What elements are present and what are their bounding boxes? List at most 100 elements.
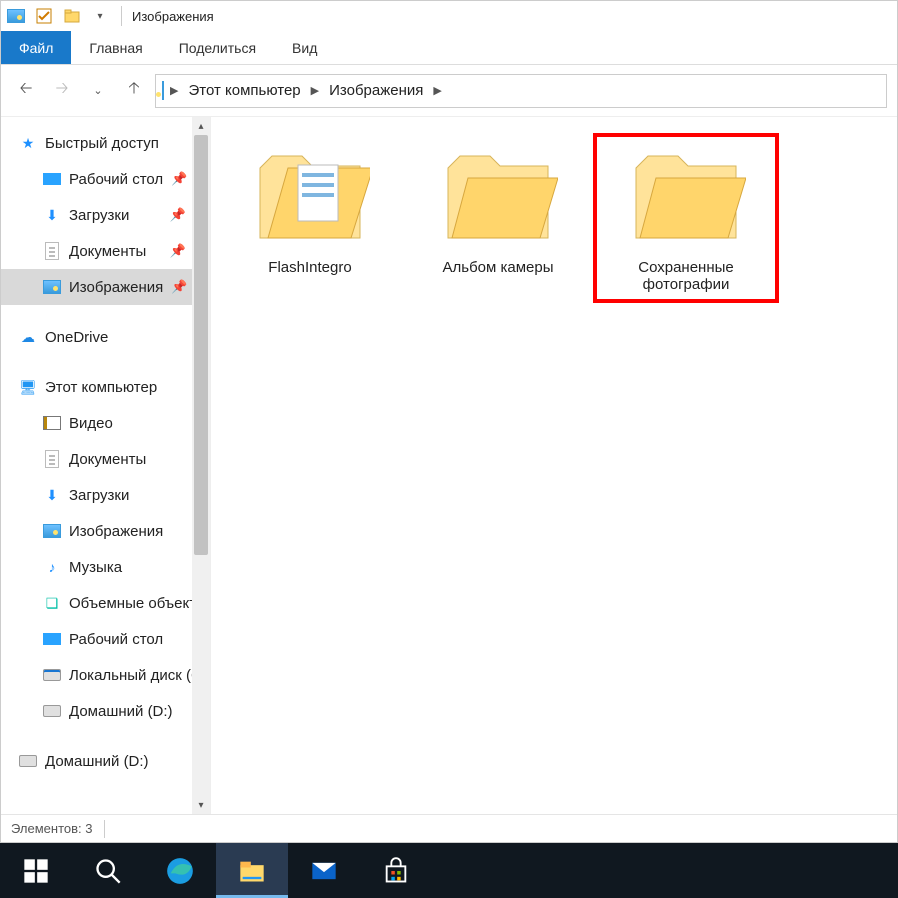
tab-file[interactable]: Файл	[1, 31, 71, 64]
status-bar: Элементов: 3	[1, 814, 897, 842]
folder-label: Сохраненные фотографии	[603, 259, 769, 293]
folder-icon	[626, 143, 746, 253]
window-title: Изображения	[132, 9, 214, 24]
drive-icon	[19, 752, 37, 770]
scroll-up-icon[interactable]: ▴	[192, 117, 210, 135]
sidebar-this-pc[interactable]: 🖥 Этот компьютер	[1, 369, 210, 405]
sidebar-label: Изображения	[69, 523, 163, 540]
sidebar-label: Видео	[69, 415, 113, 432]
sidebar-item-music[interactable]: ♪ Музыка	[1, 549, 210, 585]
folder-icon	[438, 143, 558, 253]
sidebar-item-videos[interactable]: Видео	[1, 405, 210, 441]
sidebar-label: Домашний (D:)	[69, 703, 173, 720]
cube-icon: ❏	[43, 594, 61, 612]
sidebar-item-documents[interactable]: Документы 📌	[1, 233, 210, 269]
sidebar-item-pictures[interactable]: Изображения	[1, 513, 210, 549]
sidebar-item-drive-d-root[interactable]: Домашний (D:)	[1, 743, 210, 779]
sidebar-label: Локальный диск (C:)	[69, 667, 210, 684]
music-icon: ♪	[43, 558, 61, 576]
folder-item-highlighted[interactable]: Сохраненные фотографии	[597, 137, 775, 299]
folder-label: FlashIntegro	[227, 259, 393, 276]
cloud-icon: ☁	[19, 328, 37, 346]
title-bar: ▾ Изображения	[1, 1, 897, 31]
sidebar-label: Документы	[69, 243, 146, 260]
pin-icon: 📌	[171, 279, 187, 295]
sidebar-label: Изображения	[69, 279, 163, 296]
tab-share[interactable]: Поделиться	[161, 31, 274, 64]
taskbar-search-button[interactable]	[72, 843, 144, 898]
nav-up-button[interactable]: 🡡	[119, 76, 149, 106]
nav-back-button[interactable]: 🡠	[11, 76, 41, 106]
sidebar-label: Музыка	[69, 559, 122, 576]
sidebar-item-drive-c[interactable]: Локальный диск (C:)	[1, 657, 210, 693]
quick-access-dropdown-icon[interactable]: ▾	[89, 5, 111, 27]
taskbar	[0, 843, 898, 898]
chevron-right-icon[interactable]: ▶	[429, 84, 445, 97]
nav-recent-dropdown[interactable]: ⌄	[83, 76, 113, 106]
window-icon	[5, 5, 27, 27]
tab-home[interactable]: Главная	[71, 31, 160, 64]
quick-access-folder-icon[interactable]	[61, 5, 83, 27]
sidebar-item-downloads[interactable]: ⬇ Загрузки	[1, 477, 210, 513]
taskbar-explorer-button[interactable]	[216, 843, 288, 898]
sidebar-item-desktop[interactable]: Рабочий стол 📌	[1, 161, 210, 197]
chevron-right-icon[interactable]: ▶	[307, 84, 323, 97]
taskbar-mail-button[interactable]	[288, 843, 360, 898]
folder-item[interactable]: FlashIntegro	[221, 137, 399, 282]
folder-item[interactable]: Альбом камеры	[409, 137, 587, 282]
pc-icon: 🖥	[19, 378, 37, 396]
folder-label: Альбом камеры	[415, 259, 581, 276]
taskbar-edge-button[interactable]	[144, 843, 216, 898]
pictures-icon	[43, 522, 61, 540]
pin-icon: 📌	[171, 171, 187, 187]
nav-bar: 🡠 🡢 ⌄ 🡡 ▶ Этот компьютер ▶ Изображения ▶	[1, 65, 897, 117]
taskbar-start-button[interactable]	[0, 843, 72, 898]
chevron-right-icon[interactable]: ▶	[166, 84, 182, 97]
body: ★ Быстрый доступ Рабочий стол 📌 ⬇ Загруз…	[1, 117, 897, 814]
scroll-thumb[interactable]	[194, 135, 208, 555]
sidebar-item-3dobjects[interactable]: ❏ Объемные объекты	[1, 585, 210, 621]
document-icon	[43, 450, 61, 468]
download-icon: ⬇	[43, 486, 61, 504]
drive-icon	[43, 702, 61, 720]
sidebar-label: Загрузки	[69, 487, 129, 504]
sidebar-onedrive[interactable]: ☁ OneDrive	[1, 319, 210, 355]
download-icon: ⬇	[43, 206, 61, 224]
sidebar-label: Загрузки	[69, 207, 129, 224]
pictures-icon	[43, 278, 61, 296]
sidebar-label: Домашний (D:)	[45, 753, 149, 770]
sidebar-label: Объемные объекты	[69, 595, 207, 612]
sidebar-item-documents[interactable]: Документы	[1, 441, 210, 477]
sidebar-quick-access[interactable]: ★ Быстрый доступ	[1, 125, 210, 161]
sidebar-label: Рабочий стол	[69, 631, 163, 648]
tab-view[interactable]: Вид	[274, 31, 335, 64]
sidebar-label: Документы	[69, 451, 146, 468]
breadcrumb-item[interactable]: Этот компьютер	[184, 82, 304, 99]
sidebar-scrollbar[interactable]: ▴ ▾	[192, 117, 210, 814]
sidebar-item-drive-d[interactable]: Домашний (D:)	[1, 693, 210, 729]
desktop-icon	[43, 630, 61, 648]
sidebar-label: OneDrive	[45, 329, 108, 346]
breadcrumb-item[interactable]: Изображения	[325, 82, 427, 99]
taskbar-store-button[interactable]	[360, 843, 432, 898]
sidebar-item-desktop[interactable]: Рабочий стол	[1, 621, 210, 657]
status-item-count: Элементов: 3	[11, 821, 92, 836]
sidebar-item-downloads[interactable]: ⬇ Загрузки 📌	[1, 197, 210, 233]
nav-forward-button[interactable]: 🡢	[47, 76, 77, 106]
drive-icon	[43, 666, 61, 684]
quick-access-save-icon[interactable]	[33, 5, 55, 27]
sidebar-label: Быстрый доступ	[45, 135, 159, 152]
desktop-icon	[43, 170, 61, 188]
document-icon	[43, 242, 61, 260]
breadcrumb-bar[interactable]: ▶ Этот компьютер ▶ Изображения ▶	[155, 74, 887, 108]
sidebar-label: Этот компьютер	[45, 379, 157, 396]
star-icon: ★	[19, 134, 37, 152]
video-icon	[43, 414, 61, 432]
content-pane[interactable]: FlashIntegro Альбом камеры	[211, 117, 897, 814]
pin-icon: 📌	[170, 207, 186, 223]
ribbon: Файл Главная Поделиться Вид	[1, 31, 897, 65]
explorer-window: ▾ Изображения Файл Главная Поделиться Ви…	[0, 0, 898, 843]
breadcrumb-icon	[162, 82, 164, 99]
sidebar-item-pictures[interactable]: Изображения 📌	[1, 269, 210, 305]
scroll-down-icon[interactable]: ▾	[192, 796, 210, 814]
